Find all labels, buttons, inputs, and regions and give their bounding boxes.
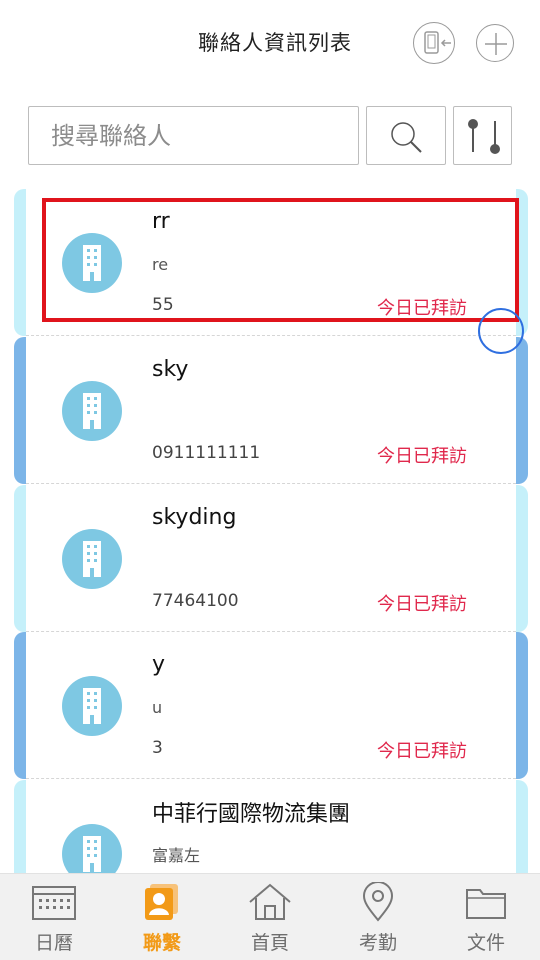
building-icon [83, 688, 101, 724]
contact-name: 中菲行國際物流集團 [152, 802, 351, 827]
bottom-tab-bar: 日曆 聯繫 首頁 考勤 文件 [0, 873, 540, 960]
tab-label: 首頁 [250, 932, 289, 954]
tab-documents[interactable]: 文件 [432, 874, 540, 960]
company-avatar [62, 824, 122, 873]
divider [26, 778, 516, 779]
visited-status: 今日已拜訪 [377, 741, 467, 762]
contact-card[interactable]: 中菲行國際物流集團 富嘉左 [14, 780, 528, 873]
contact-name: sky [152, 357, 189, 382]
company-avatar [62, 529, 122, 589]
search-input[interactable] [28, 106, 359, 165]
filter-button[interactable] [453, 106, 512, 165]
divider [26, 335, 516, 336]
switch-device-icon [424, 31, 451, 54]
contact-card[interactable]: y u 3 今日已拜訪 [14, 632, 528, 779]
visited-status: 今日已拜訪 [377, 594, 467, 615]
magnifier-icon [391, 122, 422, 153]
home-icon [249, 883, 291, 920]
building-icon [83, 541, 101, 577]
tab-calendar[interactable]: 日曆 [0, 874, 108, 960]
tab-label: 日曆 [34, 932, 73, 954]
contact-card[interactable]: skyding 77464100 今日已拜訪 [14, 485, 528, 632]
switch-view-button[interactable] [413, 22, 455, 64]
page-title: 聯絡人資訊列表 [198, 31, 352, 55]
contact-subtitle: u [152, 698, 163, 717]
contact-name: y [152, 652, 166, 677]
company-avatar [62, 381, 122, 441]
contact-card-icon [145, 884, 178, 920]
folder-icon [466, 889, 506, 919]
selection-highlight [42, 198, 519, 322]
location-pin-icon [362, 882, 394, 922]
tab-label: 聯繫 [142, 932, 181, 954]
add-contact-button[interactable] [476, 24, 514, 62]
header: 聯絡人資訊列表 [0, 0, 540, 86]
tab-home[interactable]: 首頁 [216, 874, 324, 960]
company-avatar [62, 676, 122, 736]
contact-subtitle: 富嘉左 [152, 846, 201, 865]
search-button[interactable] [366, 106, 446, 165]
touch-indicator [478, 308, 524, 354]
tab-contacts[interactable]: 聯繫 [108, 874, 216, 960]
visited-status: 今日已拜訪 [377, 446, 467, 467]
divider [26, 483, 516, 484]
contact-phone: 77464100 [152, 591, 239, 611]
calendar-icon [32, 886, 76, 920]
plus-icon [485, 33, 507, 55]
contact-name: skyding [152, 505, 237, 530]
contact-card[interactable]: sky 0911111111 今日已拜訪 [14, 337, 528, 484]
building-icon [83, 836, 101, 872]
contact-phone: 3 [152, 738, 163, 758]
building-icon [83, 393, 101, 429]
contact-phone: 0911111111 [152, 443, 261, 463]
tab-label: 考勤 [358, 932, 397, 954]
tab-label: 文件 [466, 932, 505, 954]
slider-filter-icon [468, 119, 500, 154]
tab-attendance[interactable]: 考勤 [324, 874, 432, 960]
